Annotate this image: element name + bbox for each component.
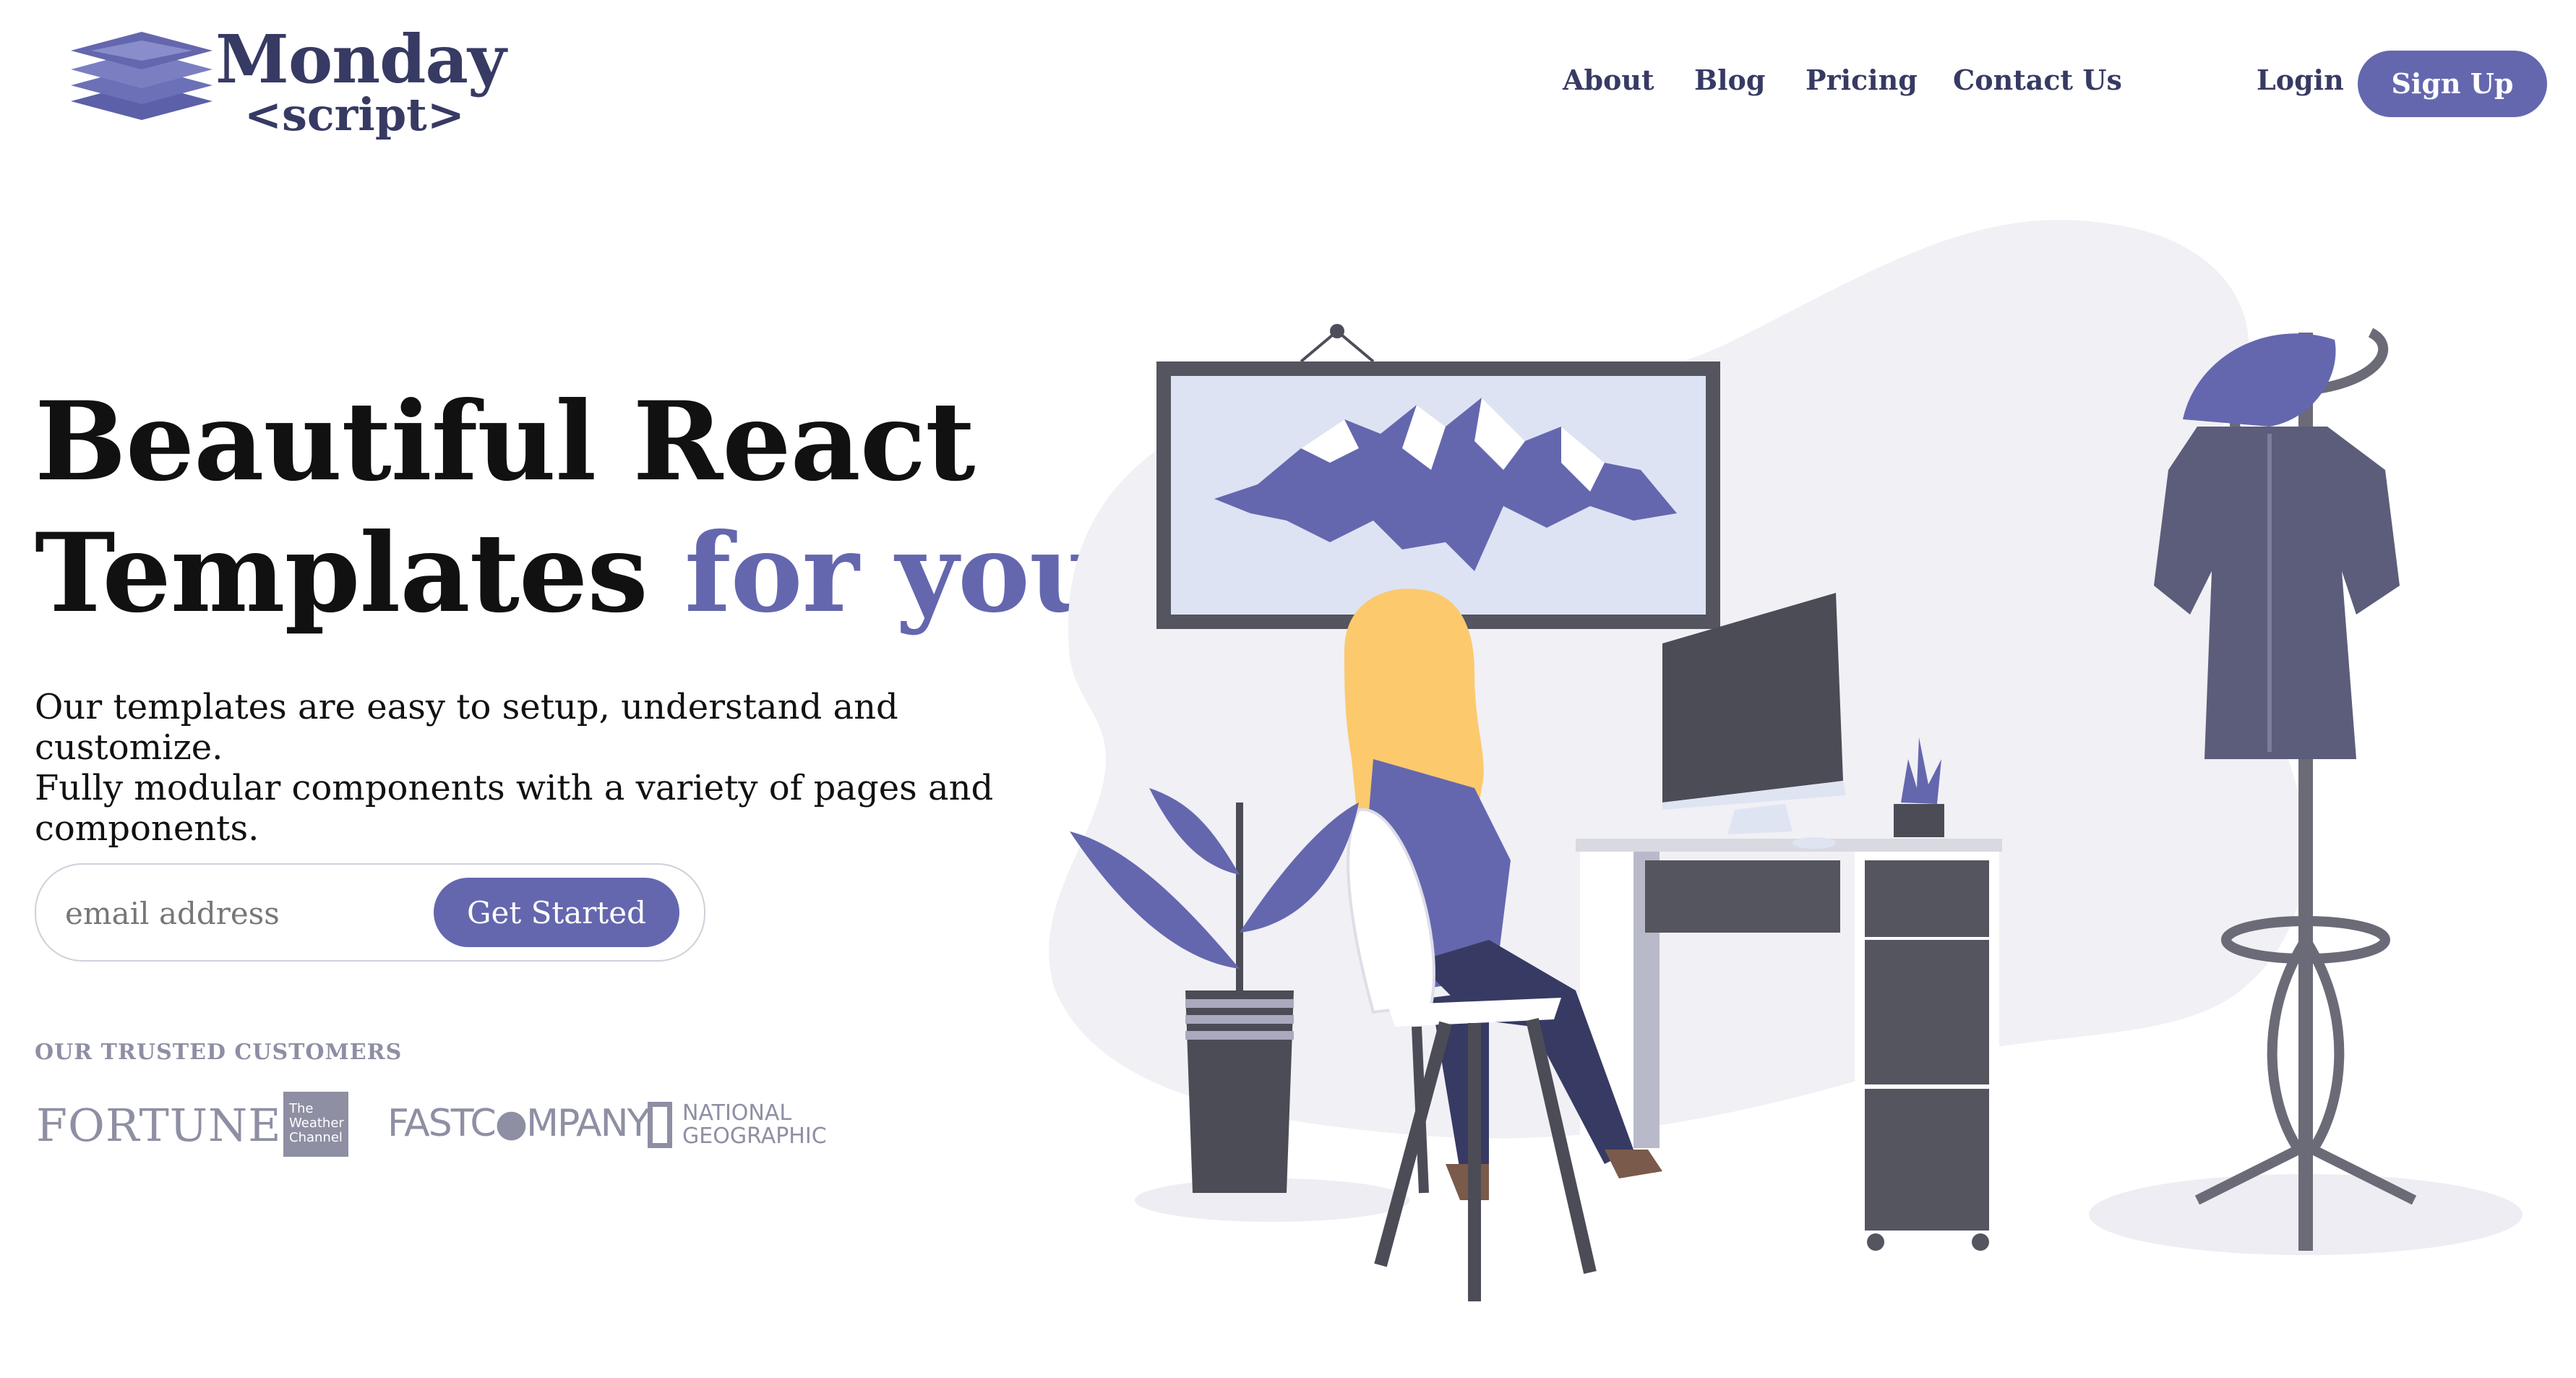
weather-logo-line: Channel — [289, 1130, 343, 1145]
get-started-button[interactable]: Get Started — [434, 878, 679, 947]
weather-logo-line: Weather — [289, 1116, 344, 1131]
email-signup-form: Get Started — [35, 863, 705, 962]
hero-subtitle-line: components. — [35, 808, 259, 849]
hero-title-line2: Templates for you. — [35, 508, 1145, 639]
hero-subtitle-line: Our templates are easy to setup, underst… — [35, 687, 898, 768]
hero-subtitle-line: Fully modular components with a variety … — [35, 768, 994, 808]
framed-mountain-picture — [1156, 324, 1720, 629]
login-link[interactable]: Login — [2257, 64, 2344, 96]
hero-illustration — [1049, 220, 2523, 1301]
fast-company-logo: FASTC●MPANY — [387, 1102, 650, 1145]
hero-title: Beautiful React Templates for you. — [35, 376, 1145, 639]
email-input[interactable] — [64, 889, 442, 937]
sign-up-button[interactable]: Sign Up — [2358, 51, 2547, 117]
nav-pricing[interactable]: Pricing — [1806, 64, 1918, 96]
natgeo-frame-icon — [648, 1102, 672, 1148]
hero-title-line1: Beautiful React — [35, 378, 975, 505]
nav-contact-us[interactable]: Contact Us — [1953, 64, 2122, 96]
natgeo-text: NATIONAL GEOGRAPHIC — [682, 1102, 827, 1148]
weather-channel-logo: The Weather Channel — [283, 1092, 348, 1157]
hero-title-plain: Templates — [35, 510, 685, 637]
natgeo-line: GEOGRAPHIC — [682, 1124, 827, 1149]
top-navigation: About Blog Pricing Contact Us Login — [0, 64, 2576, 104]
fortune-logo: FORTUNE — [36, 1099, 282, 1152]
nav-about[interactable]: About — [1563, 64, 1654, 96]
weather-logo-line: The — [289, 1101, 314, 1116]
national-geographic-logo: NATIONAL GEOGRAPHIC — [648, 1099, 827, 1151]
natgeo-line: NATIONAL — [682, 1100, 792, 1126]
landing-page: Monday <script> About Blog Pricing Conta… — [0, 0, 2576, 1378]
hero-subtitle: Our templates are easy to setup, underst… — [35, 687, 1076, 849]
nav-blog[interactable]: Blog — [1694, 64, 1765, 96]
trusted-customers-heading: OUR TRUSTED CUSTOMERS — [35, 1040, 403, 1065]
